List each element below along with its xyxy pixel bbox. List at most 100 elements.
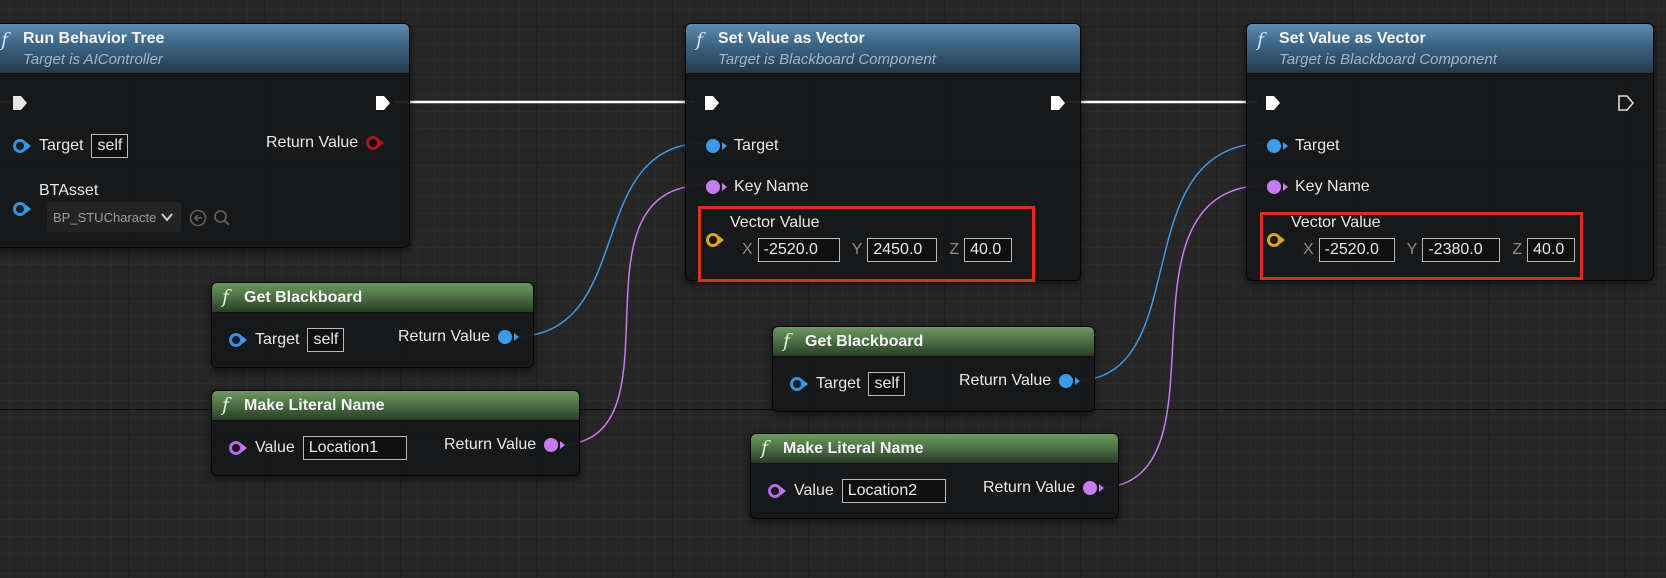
- target-field[interactable]: self: [91, 134, 129, 158]
- vector-pin-icon[interactable]: [1267, 233, 1285, 247]
- set-value-as-vector-node-2[interactable]: f Set Value as Vector Target is Blackboa…: [1246, 23, 1654, 281]
- btasset-pin-icon[interactable]: [13, 202, 31, 216]
- return-label: Return Value: [959, 372, 1052, 389]
- get-blackboard-node-2[interactable]: f Get Blackboard Target self Return Valu…: [772, 326, 1095, 412]
- value-pin-icon[interactable]: [768, 484, 786, 498]
- exec-in-pin-icon[interactable]: [1264, 94, 1282, 112]
- key-name-label: Key Name: [734, 178, 809, 195]
- node-header: f Get Blackboard: [773, 327, 1094, 357]
- function-icon: f: [222, 394, 230, 416]
- get-blackboard-node-1[interactable]: f Get Blackboard Target self Return Valu…: [211, 282, 534, 368]
- run-behavior-tree-node[interactable]: f Run Behavior Tree Target is AIControll…: [0, 23, 410, 248]
- target-pin-icon[interactable]: [13, 139, 31, 153]
- return-pin-row: Return Value: [398, 328, 520, 346]
- name-wire-1: [557, 184, 707, 446]
- return-pin-row: Return Value: [983, 479, 1105, 497]
- target-pin-icon[interactable]: [706, 139, 727, 153]
- target-label: Target: [816, 375, 861, 392]
- node-subtitle: Target is AIController: [23, 51, 163, 68]
- target-pin-row: Target self: [13, 134, 129, 158]
- x-field[interactable]: -2520.0: [757, 238, 840, 262]
- browse-arrow-icon[interactable]: [189, 209, 207, 227]
- vector-fields: X -2520.0 Y -2380.0 Z 40.0: [1303, 238, 1576, 262]
- vector-pin-icon[interactable]: [706, 233, 724, 247]
- function-icon: f: [1, 29, 9, 51]
- value-field[interactable]: Location2: [841, 479, 946, 503]
- node-subtitle: Target is Blackboard Component: [1279, 51, 1497, 68]
- return-pin-icon[interactable]: [366, 136, 385, 150]
- target-pin-icon[interactable]: [790, 377, 808, 391]
- make-literal-name-node-2[interactable]: f Make Literal Name Value Location2 Retu…: [750, 433, 1119, 519]
- vector-value-label: Vector Value: [730, 214, 820, 231]
- value-pin-icon[interactable]: [229, 441, 247, 455]
- key-name-pin-icon[interactable]: [706, 180, 727, 194]
- name-wire-2: [1096, 184, 1269, 489]
- vector-pin-row: [1267, 233, 1285, 247]
- z-axis-label: Z: [1512, 241, 1523, 258]
- function-icon: f: [696, 29, 704, 51]
- y-axis-label: Y: [851, 241, 863, 258]
- exec-out-pin-icon[interactable]: [1049, 94, 1067, 112]
- vector-value-label: Vector Value: [1291, 214, 1381, 231]
- return-pin-icon[interactable]: [498, 330, 520, 344]
- y-field[interactable]: -2380.0: [1422, 238, 1501, 262]
- x-field[interactable]: -2520.0: [1318, 238, 1395, 262]
- return-label: Return Value: [444, 436, 537, 453]
- value-label: Value: [794, 482, 834, 499]
- return-pin-icon[interactable]: [1083, 481, 1105, 495]
- return-label: Return Value: [266, 134, 359, 151]
- function-icon: f: [1257, 29, 1265, 51]
- target-label: Target: [39, 137, 84, 154]
- btasset-label-row: BTAsset: [39, 182, 98, 200]
- return-pin-icon[interactable]: [544, 438, 566, 452]
- vector-pin-row: [706, 233, 724, 247]
- btasset-dropdown[interactable]: BP_STUCharacte: [47, 202, 181, 232]
- target-field[interactable]: self: [868, 372, 906, 396]
- search-icon[interactable]: [213, 209, 231, 227]
- z-field[interactable]: 40.0: [964, 238, 1013, 262]
- node-title: Get Blackboard: [805, 333, 924, 350]
- node-title: Set Value as Vector: [1279, 30, 1426, 47]
- value-field[interactable]: Location1: [302, 436, 407, 460]
- return-pin-icon[interactable]: [1059, 374, 1081, 388]
- exec-in-pin-icon[interactable]: [11, 94, 29, 112]
- node-header: f Run Behavior Tree Target is AIControll…: [0, 24, 409, 74]
- key-name-pin-icon[interactable]: [1267, 180, 1288, 194]
- btasset-label: BTAsset: [39, 182, 99, 199]
- y-field[interactable]: 2450.0: [867, 238, 938, 262]
- z-field[interactable]: 40.0: [1527, 238, 1576, 262]
- vector-value-label-row: Vector Value: [730, 214, 820, 232]
- node-title: Set Value as Vector: [718, 30, 865, 47]
- function-icon: f: [783, 330, 791, 352]
- return-pin-row: Return Value: [266, 134, 385, 152]
- value-label: Value: [255, 439, 295, 456]
- target-label: Target: [255, 331, 300, 348]
- function-icon: f: [222, 286, 230, 308]
- target-label: Target: [1295, 137, 1340, 154]
- return-pin-row: Return Value: [444, 436, 566, 454]
- set-value-as-vector-node-1[interactable]: f Set Value as Vector Target is Blackboa…: [685, 23, 1081, 282]
- target-pin-icon[interactable]: [1267, 139, 1288, 153]
- object-wire-2: [1072, 142, 1269, 382]
- target-pin-row: Target self: [229, 328, 345, 352]
- z-axis-label: Z: [949, 241, 960, 258]
- key-name-pin-row: Key Name: [1267, 178, 1370, 196]
- vector-fields: X -2520.0 Y 2450.0 Z 40.0: [742, 238, 1013, 262]
- y-axis-label: Y: [1406, 241, 1418, 258]
- node-subtitle: Target is Blackboard Component: [718, 51, 936, 68]
- return-label: Return Value: [398, 328, 491, 345]
- return-label: Return Value: [983, 479, 1076, 496]
- btasset-value: BP_STUCharacte: [53, 209, 157, 225]
- exec-out-pin-icon[interactable]: [1617, 94, 1635, 112]
- target-label: Target: [734, 137, 779, 154]
- target-pin-icon[interactable]: [229, 333, 247, 347]
- make-literal-name-node-1[interactable]: f Make Literal Name Value Location1 Retu…: [211, 390, 580, 476]
- exec-in-pin-icon[interactable]: [703, 94, 721, 112]
- target-field[interactable]: self: [307, 328, 345, 352]
- exec-out-pin-icon[interactable]: [374, 94, 392, 112]
- node-header: f Make Literal Name: [212, 391, 579, 421]
- return-pin-row: Return Value: [959, 372, 1081, 390]
- target-pin-row: Target self: [790, 372, 906, 396]
- value-pin-row: Value Location1: [229, 436, 407, 460]
- chevron-down-icon: [161, 213, 173, 222]
